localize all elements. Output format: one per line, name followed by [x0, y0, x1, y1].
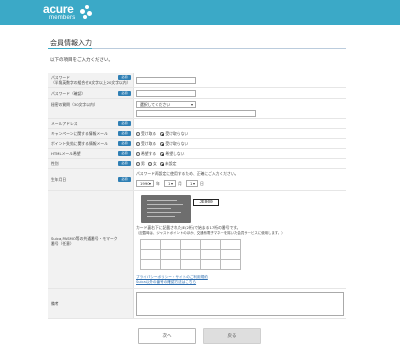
required-badge: 必須 [118, 75, 131, 80]
campaign-mail-label: キャンペーンに関する情報メール [51, 131, 108, 136]
card-number-field[interactable] [180, 259, 201, 270]
card-number-field[interactable] [140, 259, 161, 270]
card-number-field[interactable] [160, 249, 181, 260]
security-question-select[interactable]: 選択してください ▾ [136, 101, 196, 108]
html-mail-label: HTMLメール希望 [51, 151, 81, 156]
card-number-field[interactable] [200, 239, 221, 250]
radio-point-no[interactable] [160, 142, 165, 146]
campaign-mail-options: 受け取る 受け取らない [136, 131, 188, 136]
card-desc-2: （記載時は、ジャストポイントのほか、交通系電子マネーを除いた会員サービスに使用し… [136, 231, 285, 235]
password-confirm-input[interactable] [136, 90, 196, 97]
row-transit-card: Suica,PASMO等の共通番号・モマーク 番号（任意） JE000 カード裏… [48, 191, 346, 289]
day-unit: 日 [200, 181, 204, 186]
radio-campaign-no[interactable] [160, 132, 165, 136]
required-badge: 必須 [118, 151, 131, 156]
point-mail-label: ポイント失効に関する情報メール [51, 141, 108, 146]
page-title: 会員情報入力 [50, 39, 92, 47]
security-question-value: 選択してください [140, 102, 171, 107]
radio-gender-male[interactable] [136, 162, 140, 166]
point-mail-options: 受け取る 受け取らない [136, 141, 188, 146]
year-unit: 年 [156, 181, 160, 186]
row-campaign-mail: キャンペーンに関する情報メール 必須 受け取る 受け取らない [48, 129, 346, 139]
required-badge: 必須 [118, 131, 131, 136]
card-sample-image [141, 195, 191, 223]
row-html-mail: HTMLメール希望 必須 希望する 希望しない [48, 149, 346, 159]
required-badge: 必須 [118, 161, 131, 166]
title-divider [48, 48, 346, 49]
row-gender: 性別 必須 男 女 未設定 [48, 159, 346, 169]
card-number-field[interactable] [140, 239, 161, 250]
required-badge: 必須 [118, 121, 131, 126]
password-confirm-label: パスワード（確認） [51, 91, 86, 96]
birthday-label: 生年月日 [51, 177, 67, 182]
required-badge: 必須 [118, 141, 131, 146]
option-label: 希望しない [165, 151, 185, 156]
card-desc-1: カード裏右下に記載されたJE(2桁)で始まる17桁の番号です。 [136, 225, 241, 230]
option-label: 受け取る [141, 131, 157, 136]
option-label: 女 [153, 161, 157, 166]
option-label: 未設定 [165, 161, 177, 166]
row-remarks: 備考 [48, 289, 346, 319]
row-email: メールアドレス 必須 [48, 119, 346, 129]
card-number-field[interactable] [220, 249, 241, 260]
html-mail-options: 希望する 希望しない [136, 151, 184, 156]
radio-point-yes[interactable] [136, 142, 140, 146]
gender-options: 男 女 未設定 [136, 161, 176, 166]
row-password: パスワード （半角英数字の組合せ8文字以上20文字以内） 必須 [48, 73, 346, 88]
card-number-callout: JE000 [193, 199, 219, 206]
radio-gender-female[interactable] [148, 162, 153, 166]
gender-label: 性別 [51, 161, 59, 166]
card-number-field[interactable] [160, 259, 181, 270]
option-label: 希望する [141, 151, 157, 156]
card-number-field[interactable] [180, 249, 201, 260]
transit-card-label: Suica,PASMO等の共通番号・モマーク 番号（任意） [51, 236, 118, 246]
card-number-field[interactable] [220, 239, 241, 250]
password-input[interactable] [136, 77, 196, 84]
card-number-grid [140, 239, 241, 270]
row-birthday: 生年月日 必須 パスワード再設定に使用するため、正確にご入力ください。 1990… [48, 169, 346, 191]
radio-campaign-yes[interactable] [136, 132, 140, 136]
chevron-down-icon: ▾ [190, 102, 193, 107]
chevron-down-icon: ▾ [192, 181, 195, 186]
radio-gender-none[interactable] [160, 162, 165, 166]
next-button[interactable]: 次へ [138, 328, 196, 344]
card-number-field[interactable] [200, 259, 221, 270]
remarks-textarea[interactable] [136, 292, 344, 316]
row-security-question: 秘密の質問（30文字以内） 選択してください ▾ [48, 99, 346, 119]
card-number-field[interactable] [160, 239, 181, 250]
option-label: 受け取る [141, 141, 157, 146]
brand-sub: members [49, 15, 76, 21]
row-point-mail: ポイント失効に関する情報メール 必須 受け取る 受け取らない [48, 139, 346, 149]
security-answer-input[interactable] [136, 110, 256, 117]
card-number-field[interactable] [180, 239, 201, 250]
month-unit: 月 [178, 181, 182, 186]
other-number-link[interactable]: Suica以外の番号の確認方法はこちら [136, 280, 196, 285]
back-button[interactable]: 戻る [203, 328, 261, 344]
email-label: メールアドレス [51, 121, 78, 126]
radio-html-no[interactable] [160, 152, 165, 156]
security-question-label: 秘密の質問（30文字以内） [51, 102, 98, 107]
logo-mark-icon [80, 5, 92, 19]
radio-html-yes[interactable] [136, 152, 140, 156]
birth-month-select[interactable]: 1 ▾ [164, 180, 176, 187]
intro-text: 以下の項目をご入力ください。 [50, 58, 113, 63]
birth-year-select[interactable]: 1990 ▾ [136, 180, 154, 187]
option-label: 受け取らない [165, 141, 189, 146]
acure-members-logo[interactable]: acure members [43, 2, 76, 21]
required-badge: 必須 [118, 91, 131, 96]
card-number-field[interactable] [220, 259, 241, 270]
chevron-down-icon: ▾ [170, 181, 173, 186]
option-label: 受け取らない [165, 131, 189, 136]
chevron-down-icon: ▾ [148, 181, 151, 186]
required-badge: 必須 [118, 177, 131, 182]
remarks-label: 備考 [51, 301, 59, 306]
row-password-confirm: パスワード（確認） 必須 [48, 88, 346, 99]
birth-day-select[interactable]: 1 ▾ [186, 180, 198, 187]
brand-name: acure [43, 2, 74, 16]
site-header: acure members [0, 0, 400, 25]
birthday-note: パスワード再設定に使用するため、正確にご入力ください。 [136, 171, 239, 176]
option-label: 男 [141, 161, 145, 166]
card-number-field[interactable] [200, 249, 221, 260]
card-number-field[interactable] [140, 249, 161, 260]
